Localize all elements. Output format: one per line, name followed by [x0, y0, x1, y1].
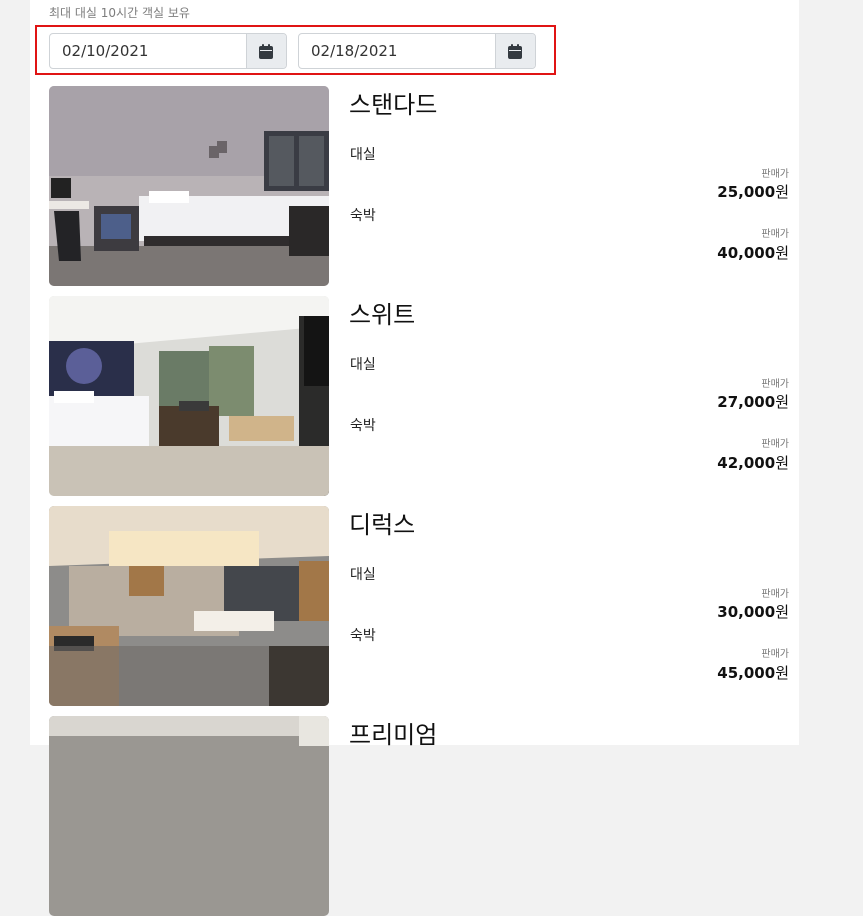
rate-label-daytime: 대실	[350, 567, 376, 583]
price-caption: 판매가	[761, 589, 789, 600]
price-unit: 원	[775, 183, 789, 201]
rate-label-overnight: 숙박	[350, 418, 376, 434]
price-unit: 원	[775, 664, 789, 682]
price-unit: 원	[775, 393, 789, 411]
date-range-highlight: 02/10/2021 02/18/2021	[35, 25, 556, 75]
price-unit: 원	[775, 244, 789, 262]
price-amount: 45,000	[717, 664, 776, 682]
room-list-panel: 최대 대실 10시간 객실 보유 02/10/2021 02/18/2021 스…	[30, 0, 799, 916]
checkout-date-input[interactable]: 02/18/2021	[311, 34, 397, 68]
price-caption: 판매가	[761, 169, 789, 180]
room-name: 디럭스	[349, 511, 416, 539]
rate-label-daytime: 대실	[350, 147, 376, 163]
price-daytime: 30,000원	[717, 601, 789, 622]
room-photo[interactable]	[49, 296, 329, 496]
checkout-date-picker[interactable]: 02/18/2021	[298, 33, 536, 69]
price-overnight: 45,000원	[717, 662, 789, 683]
price-daytime: 25,000원	[717, 181, 789, 202]
price-amount: 42,000	[717, 454, 776, 472]
price-amount: 25,000	[717, 183, 776, 201]
price-caption: 판매가	[761, 229, 789, 240]
checkout-calendar-button[interactable]	[495, 34, 535, 68]
calendar-icon	[259, 44, 273, 59]
price-overnight: 42,000원	[717, 452, 789, 473]
price-overnight: 40,000원	[717, 242, 789, 263]
room-card[interactable]: 디럭스 대실 판매가 30,000원 숙박 판매가 45,000원	[49, 506, 789, 706]
rate-label-overnight: 숙박	[350, 628, 376, 644]
price-caption: 판매가	[761, 649, 789, 660]
room-card[interactable]: 스탠다드 대실 판매가 25,000원 숙박 판매가 40,000원	[49, 86, 789, 286]
price-caption: 판매가	[761, 379, 789, 390]
room-name: 스탠다드	[349, 91, 438, 119]
room-card[interactable]: 스위트 대실 판매가 27,000원 숙박 판매가 42,000원	[49, 296, 789, 496]
notice-text: 최대 대실 10시간 객실 보유	[49, 6, 190, 20]
price-amount: 30,000	[717, 603, 776, 621]
rate-label-overnight: 숙박	[350, 208, 376, 224]
price-amount: 27,000	[717, 393, 776, 411]
price-unit: 원	[775, 454, 789, 472]
room-name: 스위트	[349, 301, 416, 329]
price-unit: 원	[775, 603, 789, 621]
room-photo[interactable]	[49, 86, 329, 286]
price-caption: 판매가	[761, 439, 789, 450]
room-card[interactable]: 프리미엄	[49, 716, 789, 916]
room-photo[interactable]	[49, 716, 329, 916]
calendar-icon	[508, 44, 522, 59]
rate-label-daytime: 대실	[350, 357, 376, 373]
checkin-calendar-button[interactable]	[246, 34, 286, 68]
price-daytime: 27,000원	[717, 391, 789, 412]
price-amount: 40,000	[717, 244, 776, 262]
checkin-date-input[interactable]: 02/10/2021	[62, 34, 148, 68]
room-photo[interactable]	[49, 506, 329, 706]
checkin-date-picker[interactable]: 02/10/2021	[49, 33, 287, 69]
